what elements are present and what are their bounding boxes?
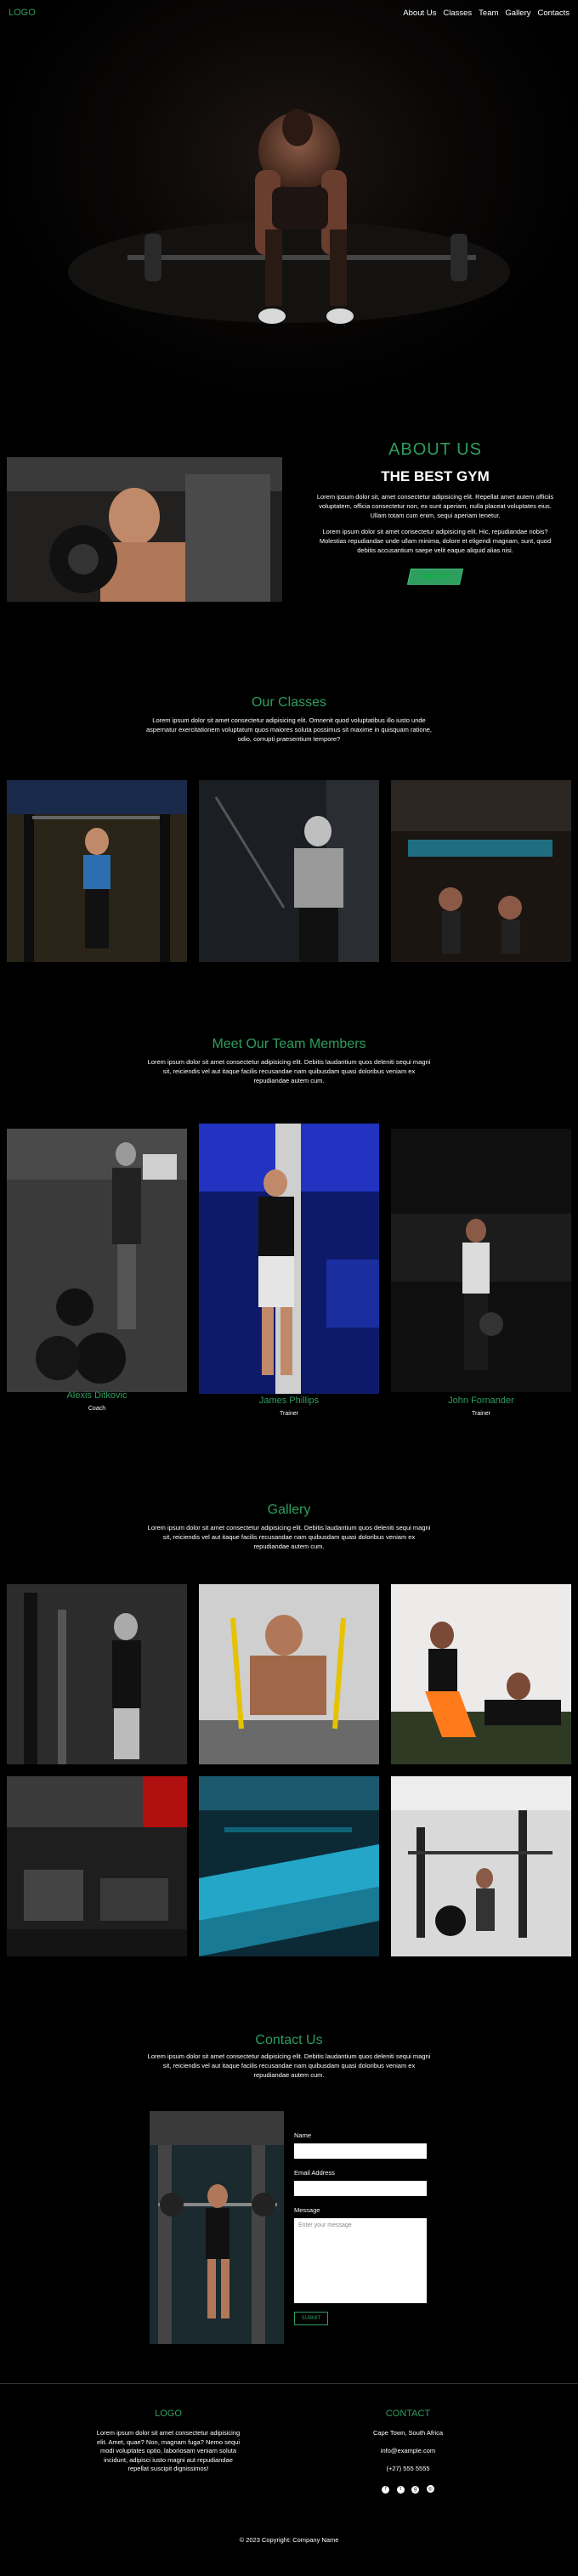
footer-about-text: Lorem ipsum dolor sit amet consectetur a… (96, 2429, 241, 2472)
class-image-2 (199, 780, 379, 962)
email-label: Email Address (294, 2169, 335, 2177)
class-image-1 (7, 780, 187, 962)
about-title: ABOUT US (388, 440, 482, 459)
nav-logo[interactable]: LOGO (8, 8, 36, 18)
nav-link-contacts[interactable]: Contacts (538, 8, 570, 18)
gallery-description: Lorem ipsum dolor sit amet consectetur a… (147, 1524, 431, 1550)
team-member-name-2: James Phillips (258, 1396, 320, 1406)
gallery-title: Gallery (267, 1503, 311, 1517)
instagram-icon[interactable]: ◎ (426, 2485, 434, 2493)
nav-link-about[interactable]: About Us (403, 8, 436, 18)
name-input[interactable] (294, 2143, 427, 2159)
contact-image (150, 2111, 284, 2344)
footer-social-icons: f t g ◎ (340, 2479, 476, 2494)
footer-about: LOGO Lorem ipsum dolor sit amet consecte… (94, 2409, 243, 2474)
team-member-name-1: Alexis Ditkovic (66, 1390, 128, 1401)
nav-link-classes[interactable]: Classes (443, 8, 472, 18)
navbar: LOGO About Us Classes Team Gallery Conta… (0, 0, 578, 25)
gallery-image-3 (391, 1584, 571, 1764)
contact-title: Contact Us (255, 2033, 323, 2047)
nav-link-team[interactable]: Team (479, 8, 498, 18)
about-paragraph-1: Lorem ipsum dolor sit, amet consectetur … (316, 493, 554, 519)
hero-image (68, 109, 510, 324)
about-section: ABOUT US THE BEST GYM Lorem ipsum dolor … (316, 440, 554, 585)
github-icon[interactable]: g (411, 2485, 420, 2494)
team-member-role-1: Coach (88, 1406, 106, 1412)
about-subtitle: THE BEST GYM (381, 468, 490, 484)
team-description: Lorem ipsum dolor sit amet consectetur a… (147, 1058, 431, 1084)
twitter-icon[interactable]: t (396, 2485, 405, 2494)
gallery-image-2 (199, 1584, 379, 1764)
about-paragraph-2: Lorem ipsum dolor sit amet consectetur a… (319, 528, 552, 554)
team-member-role-3: Trainer (472, 1411, 490, 1417)
gallery-image-6 (391, 1776, 571, 1956)
facebook-icon[interactable]: f (382, 2485, 390, 2494)
message-textarea[interactable]: Enter your message (294, 2218, 427, 2303)
footer-copyright: © 2023 Copyright: Company Name (239, 2536, 339, 2544)
submit-button[interactable]: SUBMIT (294, 2312, 328, 2325)
footer-email[interactable]: info@example.com (340, 2447, 476, 2454)
classes-title: Our Classes (251, 695, 327, 710)
contact-description: Lorem ipsum dolor sit amet consectetur a… (147, 2052, 431, 2079)
footer-contact-title: CONTACT (385, 2409, 431, 2419)
hero-banner (0, 0, 578, 395)
nav-link-gallery[interactable]: Gallery (505, 8, 530, 18)
footer-divider (0, 2383, 578, 2384)
footer-logo[interactable]: LOGO (94, 2409, 243, 2419)
team-member-name-3: John Fornander (448, 1396, 514, 1406)
name-label: Name (294, 2132, 312, 2139)
team-member-image-2 (199, 1124, 379, 1394)
about-image (7, 457, 282, 602)
footer-phone: (+27) 555 5555 (386, 2465, 430, 2472)
learn-more-button[interactable]: Learn More (407, 569, 463, 585)
team-title: Meet Our Team Members (212, 1037, 366, 1051)
message-label: Message (294, 2206, 320, 2214)
gallery-image-5 (199, 1776, 379, 1956)
team-member-role-2: Trainer (280, 1411, 298, 1417)
team-member-image-1 (7, 1129, 187, 1392)
gallery-image-1 (7, 1584, 187, 1764)
footer-contact: CONTACT Cape Town, South Africa info@exa… (340, 2409, 476, 2494)
email-input[interactable] (294, 2181, 427, 2196)
class-image-3 (391, 780, 571, 962)
nav-links: About Us Classes Team Gallery Contacts (403, 8, 570, 18)
footer-address: Cape Town, South Africa (373, 2429, 443, 2437)
team-member-image-3 (391, 1129, 571, 1392)
classes-description: Lorem ipsum dolor sit amet consectetur a… (146, 716, 432, 743)
gallery-image-4 (7, 1776, 187, 1956)
